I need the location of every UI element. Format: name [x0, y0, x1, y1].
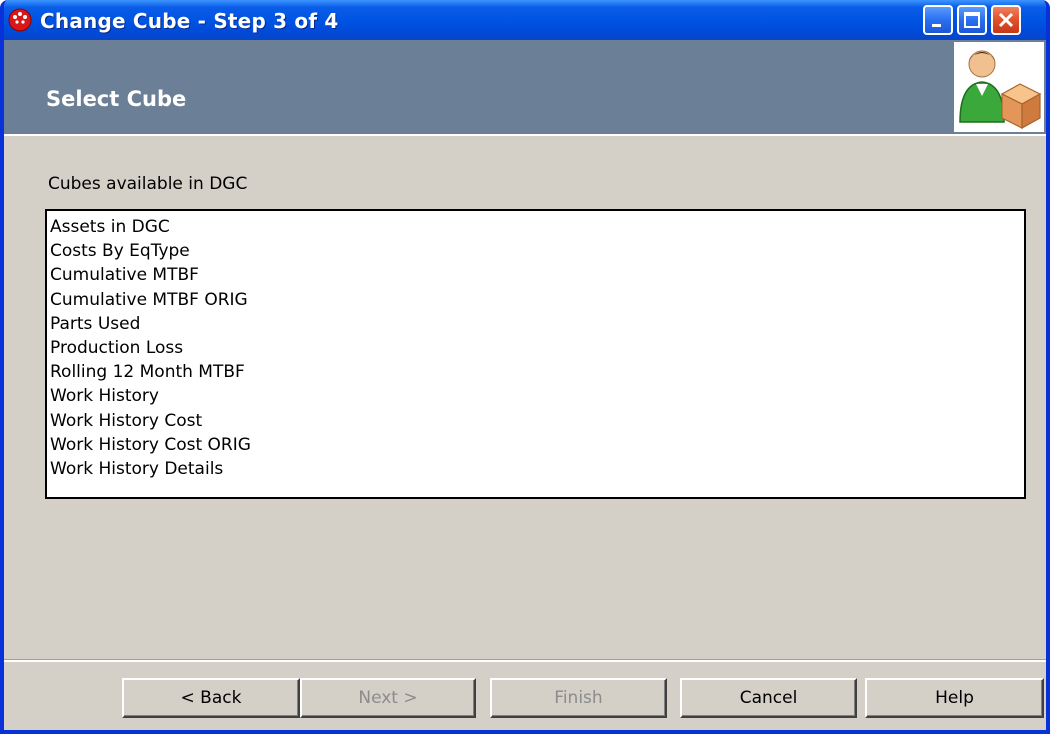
window-title: Change Cube - Step 3 of 4 [40, 9, 339, 33]
wizard-footer: < Back Next > Finish Cancel Help [4, 660, 1046, 730]
user-cube-icon [954, 42, 1044, 132]
maximize-icon [964, 12, 980, 28]
list-item[interactable]: Costs By EqType [47, 239, 1024, 263]
app-logo-icon [8, 8, 32, 32]
help-button[interactable]: Help [865, 678, 1044, 718]
list-item[interactable]: Cumulative MTBF [47, 263, 1024, 287]
step-title: Select Cube [46, 87, 187, 111]
wizard-window: Change Cube - Step 3 of 4 Select Cube Cu… [0, 0, 1050, 734]
close-button[interactable] [991, 5, 1021, 35]
list-item[interactable]: Parts Used [47, 312, 1024, 336]
wizard-header: Select Cube [4, 40, 1046, 136]
title-bar[interactable]: Change Cube - Step 3 of 4 [4, 0, 1046, 40]
list-item[interactable]: Work History Details [47, 457, 1024, 481]
list-item[interactable]: Production Loss [47, 336, 1024, 360]
minimize-icon [932, 24, 941, 27]
cancel-button[interactable]: Cancel [680, 678, 857, 718]
list-item[interactable]: Assets in DGC [47, 215, 1024, 239]
list-item[interactable]: Work History Cost ORIG [47, 433, 1024, 457]
wizard-content: Cubes available in DGC Assets in DGC Cos… [4, 136, 1046, 660]
maximize-button[interactable] [957, 5, 987, 35]
list-item[interactable]: Cumulative MTBF ORIG [47, 288, 1024, 312]
back-button[interactable]: < Back [122, 678, 300, 718]
finish-button[interactable]: Finish [490, 678, 667, 718]
close-icon [998, 12, 1014, 28]
cubes-list-label: Cubes available in DGC [48, 174, 248, 194]
list-item[interactable]: Rolling 12 Month MTBF [47, 360, 1024, 384]
cubes-listbox[interactable]: Assets in DGC Costs By EqType Cumulative… [45, 209, 1026, 499]
next-button[interactable]: Next > [300, 678, 476, 718]
minimize-button[interactable] [923, 5, 953, 35]
list-item[interactable]: Work History Cost [47, 409, 1024, 433]
list-item[interactable]: Work History [47, 384, 1024, 408]
